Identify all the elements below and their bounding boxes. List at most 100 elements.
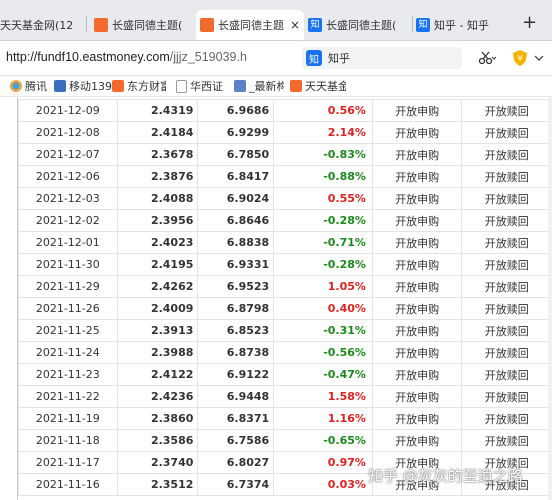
daily-change-cell: -0.56% — [273, 341, 373, 364]
redeem-status-cell: 开放赎回 — [461, 165, 552, 188]
purchase-status-cell: 开放申购 — [371, 429, 463, 452]
bookmark-139[interactable]: 移动139 — [54, 78, 112, 94]
table-row: 2021-11-26 2.4009 6.8798 0.40% 开放申购 开放赎回 — [18, 297, 552, 320]
tab-title: 长盛同德主题( — [326, 19, 397, 32]
date-cell: 2021-11-25 — [18, 319, 118, 342]
purchase-status-cell: 开放申购 — [371, 385, 463, 408]
new-tab-button[interactable]: + — [522, 14, 537, 32]
url-host: http://fundf10.eastmoney.com — [6, 50, 170, 64]
zhihu-search-icon: 知 — [306, 50, 322, 66]
unit-nav-cell: 2.3956 — [116, 209, 199, 232]
purchase-status-cell: 开放申购 — [371, 319, 463, 342]
daily-change-cell: 0.03% — [273, 473, 373, 496]
bookmark-label: 华西证 — [190, 80, 223, 93]
unit-nav-cell: 2.3740 — [116, 451, 199, 474]
acc-nav-cell: 6.8523 — [197, 319, 275, 342]
daily-change-cell: 1.05% — [273, 275, 373, 298]
url-field[interactable]: http://fundf10.eastmoney.com/jjjz_519039… — [6, 50, 247, 64]
acc-nav-cell: 6.7850 — [197, 143, 275, 166]
unit-nav-cell: 2.3913 — [116, 319, 199, 342]
date-cell: 2021-11-17 — [18, 451, 118, 474]
bookmark-tencent[interactable]: 腾讯 — [10, 78, 47, 94]
acc-nav-cell: 6.8417 — [197, 165, 275, 188]
bookmark-label: _最新构 — [249, 80, 284, 93]
purchase-status-cell: 开放申购 — [371, 253, 463, 276]
tab-title: 长盛同德主题( — [218, 19, 284, 32]
bookmark-label: 东方财富 — [127, 80, 166, 93]
acc-nav-cell: 6.9686 — [197, 99, 275, 122]
date-cell: 2021-11-24 — [18, 341, 118, 364]
daily-change-cell: 0.55% — [273, 187, 373, 210]
page-icon — [176, 79, 187, 93]
unit-nav-cell: 2.4009 — [116, 297, 199, 320]
search-text: 知乎 — [328, 52, 350, 65]
table-row: 2021-11-30 2.4195 6.9331 -0.28% 开放申购 开放赎回 — [18, 253, 552, 276]
daily-change-cell: -0.71% — [273, 231, 373, 254]
watermark: 知乎 @灰灰的至逍之路 — [368, 467, 523, 485]
purchase-status-cell: 开放申购 — [371, 143, 463, 166]
address-bar: http://fundf10.eastmoney.com/jjjz_519039… — [0, 41, 552, 76]
acc-nav-cell: 6.9024 — [197, 187, 275, 210]
tab-changsheng-active[interactable]: 长盛同德主题( × — [196, 10, 304, 40]
acc-nav-cell: 6.8646 — [197, 209, 275, 232]
scrollbar[interactable] — [548, 97, 552, 500]
tab-tiantian[interactable]: 天天基金网(12 — [0, 10, 82, 40]
page-content: 2021-12-09 2.4319 6.9686 0.56% 开放申购 开放赎回 2021-… — [0, 97, 552, 500]
search-box[interactable]: 知 知乎 — [302, 47, 462, 69]
tab-separator — [412, 16, 413, 32]
acc-nav-cell: 6.7586 — [197, 429, 275, 452]
date-cell: 2021-11-22 — [18, 385, 118, 408]
tab-changsheng-1[interactable]: 长盛同德主题( — [94, 10, 194, 40]
shield-icon[interactable]: ¥ — [512, 49, 528, 70]
acc-nav-cell: 6.9122 — [197, 363, 275, 386]
close-icon[interactable]: × — [290, 18, 300, 32]
table-row: 2021-12-03 2.4088 6.9024 0.55% 开放申购 开放赎回 — [18, 187, 552, 210]
bookmark-eastmoney[interactable]: 东方财富 — [112, 78, 166, 94]
table-row: 2021-12-02 2.3956 6.8646 -0.28% 开放申购 开放赎回 — [18, 209, 552, 232]
acc-nav-cell: 6.8027 — [197, 451, 275, 474]
daily-change-cell: -0.88% — [273, 165, 373, 188]
bookmark-huaxi[interactable]: 华西证 — [176, 78, 228, 94]
purchase-status-cell: 开放申购 — [371, 363, 463, 386]
purchase-status-cell: 开放申购 — [371, 231, 463, 254]
redeem-status-cell: 开放赎回 — [461, 363, 552, 386]
purchase-status-cell: 开放申购 — [371, 275, 463, 298]
redeem-status-cell: 开放赎回 — [461, 99, 552, 122]
purchase-status-cell: 开放申购 — [371, 341, 463, 364]
redeem-status-cell: 开放赎回 — [461, 319, 552, 342]
date-cell: 2021-11-19 — [18, 407, 118, 430]
chevron-down-icon[interactable] — [534, 51, 544, 65]
fund-logo-icon — [290, 80, 302, 92]
unit-nav-cell: 2.4195 — [116, 253, 199, 276]
table-row: 2021-11-18 2.3586 6.7586 -0.65% 开放申购 开放赎回 — [18, 429, 552, 452]
purchase-status-cell: 开放申购 — [371, 209, 463, 232]
redeem-status-cell: 开放赎回 — [461, 209, 552, 232]
redeem-status-cell: 开放赎回 — [461, 275, 552, 298]
redeem-status-cell: 开放赎回 — [461, 297, 552, 320]
tab-separator — [86, 16, 87, 32]
acc-nav-cell: 6.8738 — [197, 341, 275, 364]
bookmarks-bar: 腾讯 移动139 东方财富 华西证 _最新构 天天基金 — [0, 76, 552, 97]
nav-history-table: 2021-12-09 2.4319 6.9686 0.56% 开放申购 开放赎回 2021-… — [18, 99, 552, 496]
bookmark-tiantian[interactable]: 天天基金 — [290, 78, 346, 94]
tab-zhihu[interactable]: 知 知乎 - 知乎 — [416, 10, 516, 40]
date-cell: 2021-11-26 — [18, 297, 118, 320]
redeem-status-cell: 开放赎回 — [461, 407, 552, 430]
purchase-status-cell: 开放申购 — [371, 99, 463, 122]
redeem-status-cell: 开放赎回 — [461, 121, 552, 144]
table-row: 2021-12-08 2.4184 6.9299 2.14% 开放申购 开放赎回 — [18, 121, 552, 144]
date-cell: 2021-12-06 — [18, 165, 118, 188]
fund-logo-icon — [200, 18, 214, 32]
scissors-icon[interactable] — [478, 51, 497, 68]
purchase-status-cell: 开放申购 — [371, 297, 463, 320]
tab-changsheng-zhihu[interactable]: 知 长盛同德主题( — [308, 10, 408, 40]
zhihu-icon: 知 — [416, 18, 430, 32]
table-row: 2021-11-22 2.4236 6.9448 1.58% 开放申购 开放赎回 — [18, 385, 552, 408]
purchase-status-cell: 开放申购 — [371, 407, 463, 430]
daily-change-cell: 0.97% — [273, 451, 373, 474]
date-cell: 2021-12-08 — [18, 121, 118, 144]
bookmark-latest[interactable]: _最新构 — [234, 78, 284, 94]
zhihu-icon: 知 — [308, 18, 322, 32]
tab-title: 知乎 - 知乎 — [434, 19, 489, 32]
table-row: 2021-11-19 2.3860 6.8371 1.16% 开放申购 开放赎回 — [18, 407, 552, 430]
